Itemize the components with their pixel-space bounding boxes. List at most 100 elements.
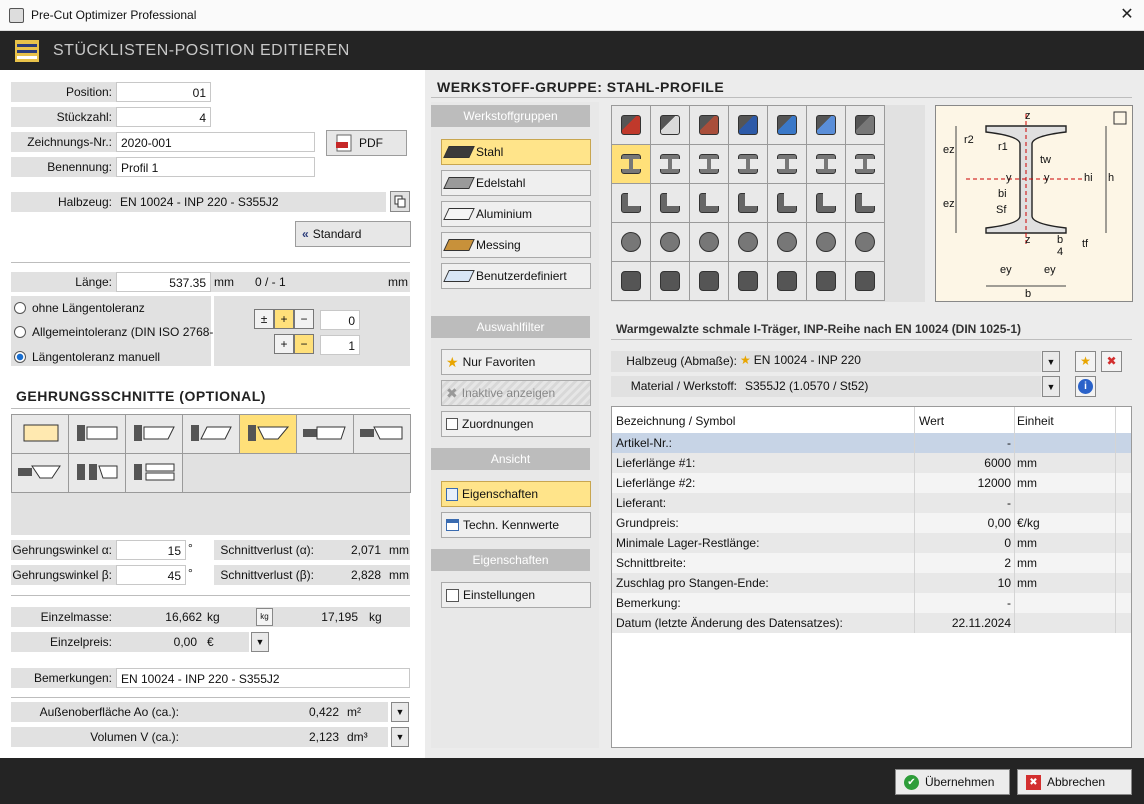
table-row[interactable]: Datum (letzte Änderung des Datensatzes):… bbox=[612, 613, 1131, 633]
close-icon[interactable]: ✕ bbox=[1116, 4, 1138, 26]
profile-shape-18[interactable] bbox=[729, 184, 767, 222]
profile-shape-12[interactable] bbox=[768, 145, 806, 183]
einstellungen-button[interactable]: Einstellungen bbox=[441, 582, 591, 608]
halbzeug-dropdown[interactable]: ▼ bbox=[1042, 351, 1060, 372]
position-input[interactable]: 01 bbox=[116, 82, 211, 102]
profile-shape-9[interactable] bbox=[651, 145, 689, 183]
tol-option-general[interactable]: Allgemeintoleranz (DIN ISO 2768-1) bbox=[14, 325, 224, 339]
einzelpreis-dropdown[interactable]: ▼ bbox=[251, 632, 269, 652]
profile-shape-5[interactable] bbox=[768, 106, 806, 144]
table-row[interactable]: Artikel-Nr.: - bbox=[612, 433, 1131, 453]
minus-button[interactable]: − bbox=[294, 334, 314, 354]
group-benutzer[interactable]: Benutzerdefiniert bbox=[441, 263, 591, 289]
tol-option-manual[interactable]: Längentoleranz manuell bbox=[14, 350, 160, 364]
miter-type-3[interactable] bbox=[126, 415, 182, 453]
profile-shape-22[interactable] bbox=[612, 223, 650, 261]
profile-shape-2[interactable] bbox=[651, 106, 689, 144]
profile-shape-19[interactable] bbox=[768, 184, 806, 222]
plus-button[interactable]: + bbox=[274, 334, 294, 354]
profile-shape-23[interactable] bbox=[651, 223, 689, 261]
beta-input[interactable]: 45 bbox=[116, 565, 186, 585]
ansicht-kennwerte[interactable]: Techn. Kennwerte bbox=[441, 512, 591, 538]
volumen-dropdown[interactable]: ▼ bbox=[391, 727, 409, 747]
group-aluminium[interactable]: Aluminium bbox=[441, 201, 591, 227]
profile-shape-27[interactable] bbox=[807, 223, 845, 261]
profile-shape-33[interactable] bbox=[768, 262, 806, 300]
profile-shape-24[interactable] bbox=[690, 223, 728, 261]
profile-shape-15[interactable] bbox=[612, 184, 650, 222]
tol-upper-input[interactable]: 0 bbox=[320, 310, 360, 330]
profile-shape-34[interactable] bbox=[807, 262, 845, 300]
miter-type-5-selected[interactable] bbox=[240, 415, 296, 453]
pdf-button[interactable]: PDF bbox=[326, 130, 407, 156]
miter-type-4[interactable] bbox=[183, 415, 239, 453]
profile-shape-7[interactable] bbox=[846, 106, 884, 144]
favorite-add-button[interactable]: ★ bbox=[1075, 351, 1096, 372]
miter-type-2[interactable] bbox=[69, 415, 125, 453]
oberflaeche-dropdown[interactable]: ▼ bbox=[391, 702, 409, 722]
filter-zuordnungen[interactable]: Zuordnungen bbox=[441, 411, 591, 437]
favorite-remove-button[interactable]: ✖ bbox=[1101, 351, 1122, 372]
miter-type-10[interactable] bbox=[126, 454, 182, 492]
profile-shape-1[interactable] bbox=[612, 106, 650, 144]
group-stahl[interactable]: Stahl bbox=[441, 139, 591, 165]
profile-shape-30[interactable] bbox=[651, 262, 689, 300]
table-row[interactable]: Lieferant: - bbox=[612, 493, 1131, 513]
bemerkungen-input[interactable]: EN 10024 - INP 220 - S355J2 bbox=[116, 668, 410, 688]
minus-button[interactable]: − bbox=[294, 309, 314, 329]
miter-type-8[interactable] bbox=[12, 454, 68, 492]
table-row[interactable]: Schnittbreite: 2 mm bbox=[612, 553, 1131, 573]
profile-shape-3[interactable] bbox=[690, 106, 728, 144]
tol-option-none[interactable]: ohne Längentoleranz bbox=[14, 301, 145, 315]
stueckzahl-input[interactable]: 4 bbox=[116, 107, 211, 127]
plus-minus-button[interactable]: ± bbox=[254, 309, 274, 329]
laenge-input[interactable]: 537.35 bbox=[116, 272, 211, 292]
profile-shape-35[interactable] bbox=[846, 262, 884, 300]
profile-shape-28[interactable] bbox=[846, 223, 884, 261]
copy-button[interactable] bbox=[390, 191, 410, 212]
miter-type-straight[interactable] bbox=[12, 415, 68, 453]
profile-shape-16[interactable] bbox=[651, 184, 689, 222]
material-info-button[interactable]: i bbox=[1075, 376, 1096, 397]
group-edelstahl[interactable]: Edelstahl bbox=[441, 170, 591, 196]
standard-button[interactable]: « Standard bbox=[295, 221, 411, 247]
benennung-input[interactable]: Profil 1 bbox=[116, 157, 315, 177]
profile-shape-4[interactable] bbox=[729, 106, 767, 144]
miter-cut-icon bbox=[303, 426, 346, 440]
profile-shape-14[interactable] bbox=[846, 145, 884, 183]
profile-shape-13[interactable] bbox=[807, 145, 845, 183]
profile-shape-10[interactable] bbox=[690, 145, 728, 183]
profile-shape-25[interactable] bbox=[729, 223, 767, 261]
zeichnung-input[interactable]: 2020-001 bbox=[116, 132, 315, 152]
filter-inaktive[interactable]: ✖ Inaktive anzeigen bbox=[441, 380, 591, 406]
table-row[interactable]: Minimale Lager-Restlänge: 0 mm bbox=[612, 533, 1131, 553]
profile-shape-21[interactable] bbox=[846, 184, 884, 222]
group-messing[interactable]: Messing bbox=[441, 232, 591, 258]
tol-lower-input[interactable]: 1 bbox=[320, 335, 360, 355]
plus-button[interactable]: + bbox=[274, 309, 294, 329]
profile-shape-26[interactable] bbox=[768, 223, 806, 261]
ok-button[interactable]: ✔ Übernehmen bbox=[895, 769, 1010, 795]
ansicht-eigenschaften[interactable]: Eigenschaften bbox=[441, 481, 591, 507]
miter-type-9[interactable] bbox=[69, 454, 125, 492]
profile-shape-29[interactable] bbox=[612, 262, 650, 300]
miter-type-7[interactable] bbox=[354, 415, 410, 453]
table-row[interactable]: Grundpreis: 0,00 €/kg bbox=[612, 513, 1131, 533]
profile-shape-20[interactable] bbox=[807, 184, 845, 222]
profile-shape-32[interactable] bbox=[729, 262, 767, 300]
table-row[interactable]: Bemerkung: - bbox=[612, 593, 1131, 613]
filter-favoriten[interactable]: ★ Nur Favoriten bbox=[441, 349, 591, 375]
weight-icon[interactable]: kg bbox=[256, 608, 273, 626]
material-dropdown[interactable]: ▼ bbox=[1042, 376, 1060, 397]
profile-shape-6[interactable] bbox=[807, 106, 845, 144]
table-row[interactable]: Zuschlag pro Stangen-Ende: 10 mm bbox=[612, 573, 1131, 593]
cancel-button[interactable]: ✖ Abbrechen bbox=[1017, 769, 1132, 795]
profile-shape-8[interactable] bbox=[612, 145, 650, 183]
table-row[interactable]: Lieferlänge #1: 6000 mm bbox=[612, 453, 1131, 473]
table-row[interactable]: Lieferlänge #2: 12000 mm bbox=[612, 473, 1131, 493]
profile-shape-11[interactable] bbox=[729, 145, 767, 183]
alpha-input[interactable]: 15 bbox=[116, 540, 186, 560]
profile-shape-17[interactable] bbox=[690, 184, 728, 222]
profile-shape-31[interactable] bbox=[690, 262, 728, 300]
miter-type-6[interactable] bbox=[297, 415, 353, 453]
